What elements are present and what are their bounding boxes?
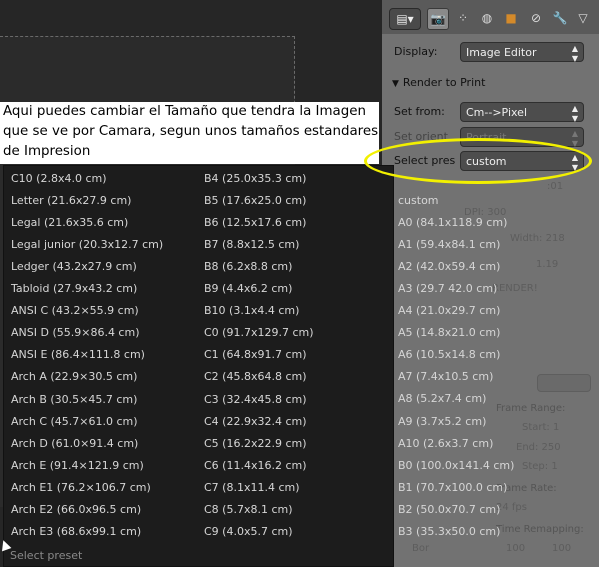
preset-menu-item[interactable]: A1 (59.4x84.1 cm) xyxy=(398,238,500,251)
preset-menu-item[interactable]: B10 (3.1x4.4 cm) xyxy=(204,304,299,317)
preset-menu-item[interactable]: Legal (21.6x35.6 cm) xyxy=(11,216,128,229)
preset-menu-item[interactable]: Legal junior (20.3x12.7 cm) xyxy=(11,238,163,251)
preset-menu-item[interactable]: A6 (10.5x14.8 cm) xyxy=(398,348,500,361)
section-title: Render to Print xyxy=(402,76,486,89)
preset-menu-item[interactable]: B0 (100.0x141.4 cm) xyxy=(398,459,514,472)
collapse-triangle-icon: ▼ xyxy=(392,79,399,89)
dropdown-arrows-icon: ▲ ▼ xyxy=(571,44,578,63)
preset-menu-item[interactable]: B8 (6.2x8.8 cm) xyxy=(204,260,292,273)
preset-menu-item[interactable]: ANSI C (43.2×55.9 cm) xyxy=(11,304,139,317)
pixel-value-ghost: :01 xyxy=(547,181,564,192)
add-remove-buttons[interactable] xyxy=(537,374,591,392)
preset-menu-item[interactable]: Arch A (22.9×30.5 cm) xyxy=(11,370,137,383)
data-tab-icon[interactable]: ▽ xyxy=(573,8,593,28)
preset-menu-item[interactable]: Arch E2 (66.0x96.5 cm) xyxy=(11,503,141,516)
preset-menu-item[interactable]: A3 (29.7 42.0 cm) xyxy=(398,282,497,295)
display-label: Display: xyxy=(394,45,438,58)
preset-menu-item[interactable]: B9 (4.4x6.2 cm) xyxy=(204,282,292,295)
display-row: Display: Image Editor ▲ ▼ xyxy=(382,41,599,65)
preset-menu-item[interactable]: A5 (14.8x21.0 cm) xyxy=(398,326,500,339)
select-preset-menu: C10 (2.8x4.0 cm) Letter (21.6x27.9 cm) Leg… xyxy=(3,165,514,567)
annotation-callout: Aqui puedes cambiar el Tamaño que tendra… xyxy=(0,102,379,164)
preset-menu-item[interactable]: C1 (64.8x91.7 cm) xyxy=(204,348,307,361)
preset-menu-item[interactable]: A9 (3.7x5.2 cm) xyxy=(398,415,486,428)
frame-range-label: Frame Range: xyxy=(496,403,566,414)
preset-menu-item[interactable]: C0 (91.7x129.7 cm) xyxy=(204,326,314,339)
preset-menu-item[interactable]: C5 (16.2x22.9 cm) xyxy=(204,437,307,450)
constraint-tab-icon[interactable]: ⊘ xyxy=(526,8,546,28)
editor-type-icon: ▤▾ xyxy=(396,12,414,26)
object-tab-icon[interactable]: ■ xyxy=(501,8,521,28)
preset-menu-item[interactable]: C9 (4.0x5.7 cm) xyxy=(204,525,293,538)
step-field-ghost: Step: 1 xyxy=(522,461,558,472)
highlight-ellipse xyxy=(364,138,592,184)
preset-menu-item[interactable]: A7 (7.4x10.5 cm) xyxy=(398,370,493,383)
preset-menu-item[interactable]: Arch E (91.4×121.9 cm) xyxy=(11,459,144,472)
new-value-ghost: 100 xyxy=(552,543,572,554)
preset-menu-item[interactable]: Arch E1 (76.2×106.7 cm) xyxy=(11,481,151,494)
preset-menu-item[interactable]: Arch B (30.5×45.7 cm) xyxy=(11,393,137,406)
set-from-row: Set from: Cm-->Pixel ▲ ▼ xyxy=(382,101,599,125)
preset-menu-item[interactable]: Arch E3 (68.6x99.1 cm) xyxy=(11,525,141,538)
set-from-value: Cm-->Pixel xyxy=(466,106,527,119)
preset-menu-item[interactable]: A10 (2.6x3.7 cm) xyxy=(398,437,493,450)
preset-menu-item[interactable]: B6 (12.5x17.6 cm) xyxy=(204,216,306,229)
render-tab-icon[interactable]: 📷 xyxy=(427,8,449,30)
aspect-ghost: 1.19 xyxy=(536,259,559,270)
preset-menu-item[interactable]: C2 (45.8x64.8 cm) xyxy=(204,370,307,383)
time-remapping-label: Time Remapping: xyxy=(496,524,584,535)
old-value-ghost: 100 xyxy=(506,543,526,554)
layers-tab-icon[interactable]: ⁘ xyxy=(453,8,473,28)
preset-menu-item[interactable]: B5 (17.6x25.0 cm) xyxy=(204,194,306,207)
border-ghost: Bor xyxy=(412,543,430,554)
preset-menu-item[interactable]: A2 (42.0x59.4 cm) xyxy=(398,260,500,273)
fps-ghost: 24 fps xyxy=(496,502,527,513)
display-value: Image Editor xyxy=(466,46,537,59)
preset-menu-item[interactable]: C10 (2.8x4.0 cm) xyxy=(11,172,107,185)
display-dropdown[interactable]: Image Editor ▲ ▼ xyxy=(460,42,584,63)
world-tab-icon[interactable]: ◍ xyxy=(477,8,497,28)
preset-menu-item[interactable]: C4 (22.9x32.4 cm) xyxy=(204,415,307,428)
preset-menu-item[interactable]: ANSI E (86.4×111.8 cm) xyxy=(11,348,145,361)
preset-menu-item[interactable]: A0 (84.1x118.9 cm) xyxy=(398,216,507,229)
editor-type-button[interactable]: ▤▾ xyxy=(389,8,421,30)
render-button-ghost: RENDER! xyxy=(492,283,538,294)
preset-menu-item[interactable]: C7 (8.1x11.4 cm) xyxy=(204,481,300,494)
preset-menu-item[interactable]: A8 (5.2x7.4 cm) xyxy=(398,392,486,405)
render-to-print-header[interactable]: ▼ Render to Print xyxy=(386,76,596,96)
start-field-ghost: Start: 1 xyxy=(522,422,560,433)
dropdown-arrows-icon: ▲ ▼ xyxy=(571,129,578,148)
dropdown-arrows-icon: ▲ ▼ xyxy=(571,104,578,123)
preset-menu-item[interactable]: B1 (70.7x100.0 cm) xyxy=(398,481,507,494)
preset-menu-item[interactable]: Arch D (61.0×91.4 cm) xyxy=(11,437,138,450)
preset-menu-item[interactable]: Arch C (45.7×61.0 cm) xyxy=(11,415,138,428)
preset-menu-item[interactable]: C3 (32.4x45.8 cm) xyxy=(204,393,307,406)
modifier-tab-icon[interactable]: 🔧 xyxy=(550,8,570,28)
preset-menu-item[interactable]: B7 (8.8x12.5 cm) xyxy=(204,238,299,251)
preset-menu-item[interactable]: B3 (35.3x50.0 cm) xyxy=(398,525,500,538)
properties-tabbar: ▤▾ 📷 ⁘ ◍ ■ ⊘ 🔧 ▽ xyxy=(382,0,599,34)
preset-menu-item[interactable]: C8 (5.7x8.1 cm) xyxy=(204,503,293,516)
preset-menu-item[interactable]: Ledger (43.2x27.9 cm) xyxy=(11,260,137,273)
set-from-dropdown[interactable]: Cm-->Pixel ▲ ▼ xyxy=(460,102,584,123)
preset-menu-item[interactable]: B2 (50.0x70.7 cm) xyxy=(398,503,500,516)
preset-menu-item[interactable]: ANSI D (55.9×86.4 cm) xyxy=(11,326,140,339)
preset-menu-item[interactable]: B4 (25.0x35.3 cm) xyxy=(204,172,306,185)
menu-footer-title: Select preset xyxy=(10,549,83,562)
preset-menu-item[interactable]: C6 (11.4x16.2 cm) xyxy=(204,459,307,472)
preset-menu-item[interactable]: Letter (21.6x27.9 cm) xyxy=(11,194,131,207)
annotation-text: Aqui puedes cambiar el Tamaño que tendra… xyxy=(3,104,379,159)
width-ghost: Width: 218 xyxy=(510,233,565,244)
preset-menu-item[interactable]: custom xyxy=(398,194,439,207)
end-field-ghost: End: 250 xyxy=(516,442,561,453)
preset-menu-item[interactable]: A4 (21.0x29.7 cm) xyxy=(398,304,500,317)
set-from-label: Set from: xyxy=(394,105,445,118)
preset-menu-item[interactable]: Tabloid (27.9x43.2 cm) xyxy=(11,282,137,295)
